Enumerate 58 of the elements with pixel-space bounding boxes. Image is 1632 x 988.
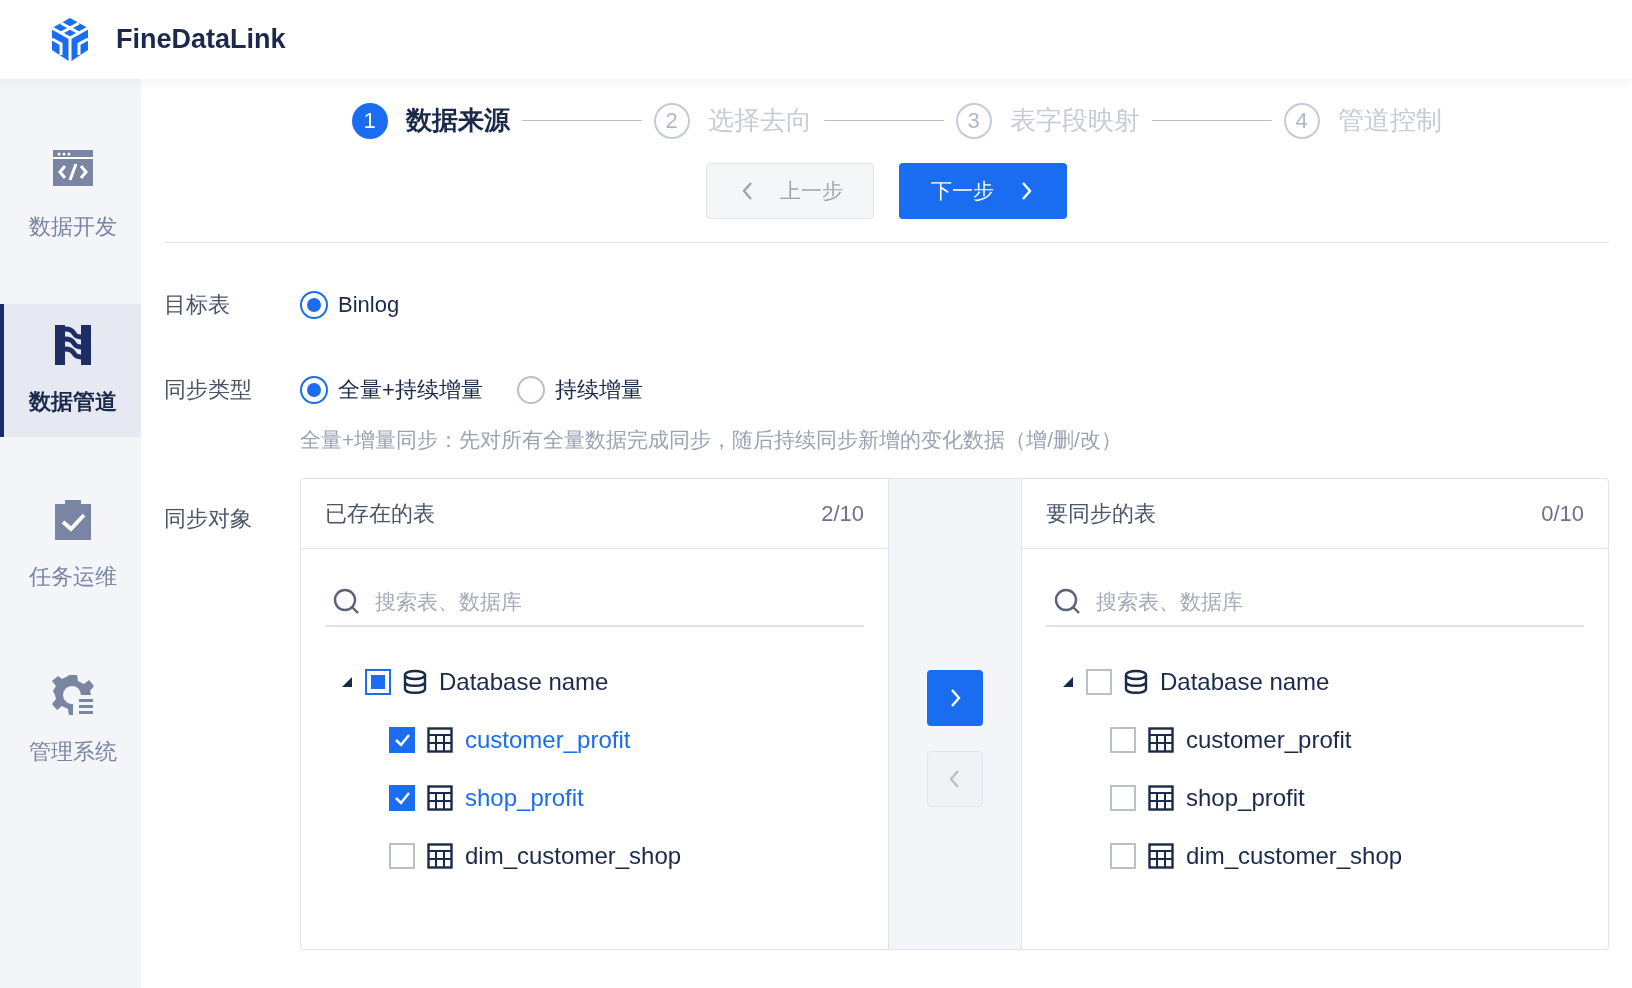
table-icon <box>1148 726 1174 753</box>
step-nav-button[interactable]: 下一步 <box>899 163 1067 219</box>
gear-icon <box>50 673 95 717</box>
database-icon <box>1124 668 1148 695</box>
field-label: 目标表 <box>164 291 231 319</box>
radio-button[interactable] <box>516 375 545 404</box>
tree-item-label[interactable]: dim_customer_shop <box>1186 837 1403 874</box>
search-field[interactable]: 搜索表、数据库 <box>1096 585 1576 618</box>
checkbox[interactable] <box>389 842 415 869</box>
panel-title: 已存在的表 <box>325 499 435 528</box>
selection-count: 2/10 <box>821 499 864 528</box>
panel-title: 要同步的表 <box>1046 499 1156 528</box>
move-right-button[interactable] <box>927 670 983 726</box>
tree-item-label[interactable]: dim_customer_shop <box>465 837 682 874</box>
checkbox[interactable] <box>389 784 415 811</box>
checkbox[interactable] <box>365 668 391 695</box>
tree-item-label[interactable]: shop_profit <box>465 779 584 816</box>
field-label: 同步对象 <box>164 504 253 533</box>
step-label: 数据来源 <box>405 104 510 137</box>
description-text: 全量+增量同步：先对所有全量数据完成同步，随后持续同步新增的变化数据（增/删/改） <box>300 428 1122 451</box>
radio-option[interactable]: 全量+持续增量 <box>300 373 483 406</box>
selection-count: 0/10 <box>1541 499 1584 528</box>
table-icon <box>1148 842 1174 869</box>
expanded-triangle-icon[interactable] <box>1062 675 1074 688</box>
table-icon <box>1148 784 1174 811</box>
checkbox[interactable] <box>1110 784 1136 811</box>
radio-button[interactable] <box>300 375 328 404</box>
expanded-triangle-icon[interactable] <box>341 675 353 688</box>
step-number: 1 <box>351 102 388 139</box>
search-field[interactable]: 搜索表、数据库 <box>375 585 856 618</box>
app-title: FineDataLink <box>116 23 286 57</box>
step-number: 4 <box>1283 102 1320 139</box>
step-number: 3 <box>955 102 992 139</box>
checkbox[interactable] <box>1110 726 1136 753</box>
field-label: 同步类型 <box>164 376 253 404</box>
tree-item-label[interactable]: Database name <box>439 663 609 700</box>
sidebar-item[interactable]: 管理系统 <box>0 654 141 787</box>
table-icon <box>427 842 453 869</box>
step-label: 管道控制 <box>1337 104 1442 137</box>
tree-item-label[interactable]: customer_profit <box>1186 721 1352 758</box>
tree-item-label[interactable]: shop_profit <box>1186 779 1305 816</box>
step-label: 选择去向 <box>707 104 812 137</box>
checkbox[interactable] <box>1110 842 1136 869</box>
tree-item-label[interactable]: customer_profit <box>465 721 631 758</box>
search-icon <box>333 587 361 616</box>
radio-option[interactable]: 持续增量 <box>516 373 643 406</box>
search-icon <box>1054 587 1082 616</box>
table-icon <box>427 784 453 811</box>
sidebar-item[interactable]: 数据管道 <box>0 304 141 437</box>
tree-item-label[interactable]: Database name <box>1160 663 1330 700</box>
checkbox[interactable] <box>389 726 415 753</box>
table-icon <box>427 726 453 753</box>
step-number: 2 <box>653 102 690 139</box>
checkbox[interactable] <box>1086 668 1112 695</box>
step-label: 表字段映射 <box>1009 104 1140 137</box>
database-icon <box>403 668 427 695</box>
radio-option[interactable]: Binlog <box>300 288 400 321</box>
radio-button[interactable] <box>300 290 328 319</box>
